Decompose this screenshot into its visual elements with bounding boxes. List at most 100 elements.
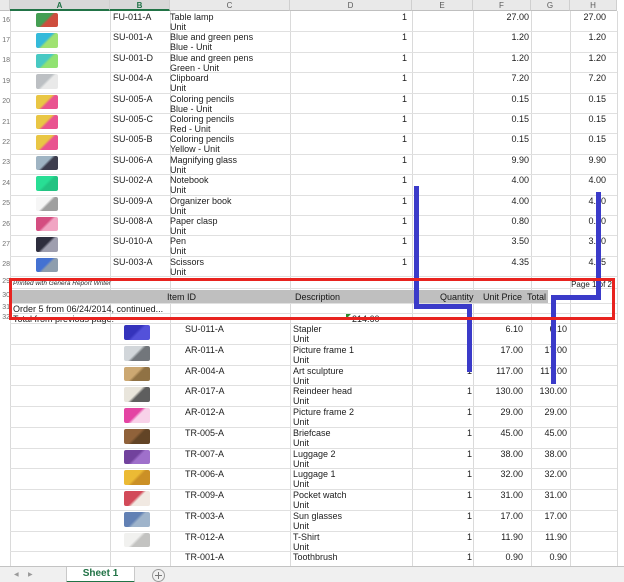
total-cell[interactable]: 38.00: [512, 449, 567, 459]
total-cell[interactable]: 117.00: [512, 366, 567, 376]
total-cell[interactable]: 17.00: [512, 345, 567, 355]
unit-price-cell[interactable]: 0.15: [474, 94, 529, 104]
item-id-cell[interactable]: TR-006-A: [185, 469, 224, 479]
description-cell[interactable]: Clipboard: [170, 73, 209, 83]
quantity-cell[interactable]: 1: [432, 449, 472, 459]
total-cell[interactable]: 6.10: [512, 324, 567, 334]
unit-price-cell[interactable]: 0.15: [474, 134, 529, 144]
quantity-cell[interactable]: 1: [432, 532, 472, 542]
tab-scroll-right-icon[interactable]: ▶: [28, 571, 33, 578]
quantity-cell[interactable]: 1: [367, 155, 407, 165]
item-id-cell[interactable]: SU-004-A: [113, 73, 153, 83]
description-cell[interactable]: Luggage 2: [293, 449, 336, 459]
item-id-cell[interactable]: AR-017-A: [185, 386, 225, 396]
description-cell[interactable]: Scissors: [170, 257, 204, 267]
unit-price-cell[interactable]: 4.00: [474, 196, 529, 206]
item-id-cell[interactable]: FU-011-A: [113, 12, 151, 22]
variant-cell[interactable]: Unit: [293, 500, 309, 510]
description-cell[interactable]: Stapler: [293, 324, 322, 334]
item-id-cell[interactable]: SU-008-A: [113, 216, 153, 226]
description-cell[interactable]: Notebook: [170, 175, 209, 185]
total-cell[interactable]: 27.00: [551, 12, 606, 22]
description-cell[interactable]: Paper clasp: [170, 216, 218, 226]
variant-cell[interactable]: Unit: [293, 459, 309, 469]
unit-price-cell[interactable]: 4.00: [474, 175, 529, 185]
description-cell[interactable]: Sun glasses: [293, 511, 342, 521]
tab-scroll-left-icon[interactable]: ◀: [14, 571, 19, 578]
item-id-cell[interactable]: SU-009-A: [113, 196, 153, 206]
quantity-cell[interactable]: 1: [367, 134, 407, 144]
variant-cell[interactable]: Unit: [293, 438, 309, 448]
total-cell[interactable]: 7.20: [551, 73, 606, 83]
total-cell[interactable]: 4.00: [551, 175, 606, 185]
description-cell[interactable]: Picture frame 1: [293, 345, 354, 355]
total-cell[interactable]: 1.20: [551, 32, 606, 42]
red-annotation-box[interactable]: [9, 278, 615, 320]
description-cell[interactable]: Coloring pencils: [170, 134, 234, 144]
description-cell[interactable]: Picture frame 2: [293, 407, 354, 417]
item-id-cell[interactable]: SU-001-A: [113, 32, 153, 42]
description-cell[interactable]: Organizer book: [170, 196, 232, 206]
item-id-cell[interactable]: SU-006-A: [113, 155, 153, 165]
description-cell[interactable]: Blue and green pens: [170, 32, 253, 42]
unit-price-cell[interactable]: 4.35: [474, 257, 529, 267]
description-cell[interactable]: Blue and green pens: [170, 53, 253, 63]
item-id-cell[interactable]: SU-010-A: [113, 236, 153, 246]
quantity-cell[interactable]: 1: [367, 73, 407, 83]
total-cell[interactable]: 1.20: [551, 53, 606, 63]
total-cell[interactable]: 0.15: [551, 114, 606, 124]
quantity-cell[interactable]: 1: [367, 94, 407, 104]
unit-price-cell[interactable]: 3.50: [474, 236, 529, 246]
variant-cell[interactable]: Unit: [293, 521, 309, 531]
variant-cell[interactable]: Unit: [293, 417, 309, 427]
quantity-cell[interactable]: 1: [432, 469, 472, 479]
quantity-cell[interactable]: 1: [367, 114, 407, 124]
unit-price-cell[interactable]: 7.20: [474, 73, 529, 83]
unit-price-cell[interactable]: 27.00: [474, 12, 529, 22]
total-cell[interactable]: 32.00: [512, 469, 567, 479]
total-cell[interactable]: 0.15: [551, 134, 606, 144]
description-cell[interactable]: Toothbrush: [293, 552, 338, 562]
description-cell[interactable]: Pen: [170, 236, 186, 246]
item-id-cell[interactable]: SU-003-A: [113, 257, 153, 267]
item-id-cell[interactable]: TR-003-A: [185, 511, 224, 521]
total-cell[interactable]: 31.00: [512, 490, 567, 500]
total-cell[interactable]: 9.90: [551, 155, 606, 165]
variant-cell[interactable]: Unit: [293, 542, 309, 552]
variant-cell[interactable]: Unit: [293, 355, 309, 365]
quantity-cell[interactable]: 1: [432, 552, 472, 562]
unit-price-cell[interactable]: 1.20: [474, 32, 529, 42]
total-cell[interactable]: 45.00: [512, 428, 567, 438]
quantity-cell[interactable]: 1: [432, 490, 472, 500]
item-id-cell[interactable]: TR-009-A: [185, 490, 224, 500]
unit-price-cell[interactable]: 9.90: [474, 155, 529, 165]
variant-cell[interactable]: Unit: [293, 479, 309, 489]
total-cell[interactable]: 29.00: [512, 407, 567, 417]
unit-price-cell[interactable]: 0.15: [474, 114, 529, 124]
item-id-cell[interactable]: SU-011-A: [185, 324, 224, 334]
item-id-cell[interactable]: SU-002-A: [113, 175, 153, 185]
variant-cell[interactable]: Unit: [293, 334, 309, 344]
add-sheet-button[interactable]: [152, 569, 165, 582]
item-id-cell[interactable]: SU-005-B: [113, 134, 153, 144]
description-cell[interactable]: Coloring pencils: [170, 94, 234, 104]
item-id-cell[interactable]: SU-005-A: [113, 94, 153, 104]
quantity-cell[interactable]: 1: [367, 196, 407, 206]
unit-price-cell[interactable]: 1.20: [474, 53, 529, 63]
description-cell[interactable]: Table lamp: [170, 12, 214, 22]
quantity-cell[interactable]: 1: [432, 345, 472, 355]
item-id-cell[interactable]: TR-001-A: [185, 552, 224, 562]
description-cell[interactable]: Coloring pencils: [170, 114, 234, 124]
description-cell[interactable]: Magnifying glass: [170, 155, 237, 165]
quantity-cell[interactable]: 1: [432, 428, 472, 438]
total-cell[interactable]: 0.15: [551, 94, 606, 104]
sheet-tab[interactable]: Sheet 1: [66, 567, 135, 582]
quantity-cell[interactable]: 1: [367, 32, 407, 42]
description-cell[interactable]: Briefcase: [293, 428, 331, 438]
quantity-cell[interactable]: 1: [432, 386, 472, 396]
quantity-cell[interactable]: 1: [367, 236, 407, 246]
quantity-cell[interactable]: 1: [367, 257, 407, 267]
quantity-cell[interactable]: 1: [367, 12, 407, 22]
variant-cell[interactable]: Unit: [170, 267, 186, 277]
quantity-cell[interactable]: 1: [367, 53, 407, 63]
